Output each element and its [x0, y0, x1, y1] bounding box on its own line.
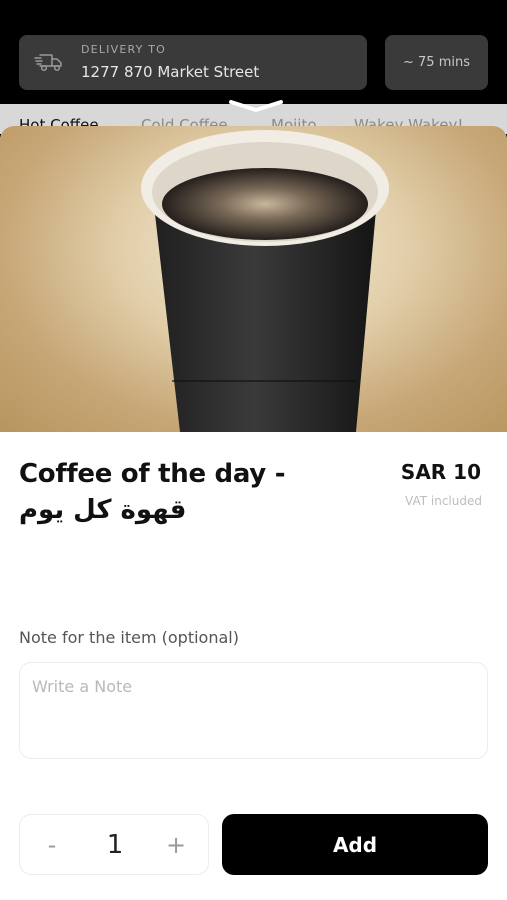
- product-title-english: Coffee of the day -: [19, 459, 286, 489]
- delivery-truck-icon: [33, 50, 63, 74]
- product-title: Coffee of the day - قهوة كل يوم: [19, 456, 299, 528]
- product-image: [0, 126, 507, 432]
- product-price: SAR 10: [400, 460, 481, 484]
- note-input[interactable]: [19, 662, 488, 759]
- decrease-quantity-button[interactable]: -: [22, 815, 82, 874]
- quantity-value: 1: [106, 829, 124, 860]
- product-detail-sheet: Coffee of the day - قهوة كل يوم SAR 10 V…: [0, 126, 507, 900]
- delivery-address: 1277 870 Market Street: [81, 63, 260, 81]
- vat-note: VAT included: [405, 494, 482, 508]
- sheet-collapse-chevron-icon[interactable]: [228, 98, 284, 112]
- top-bar: DELIVERY TO 1277 870 Market Street ~ 75 …: [0, 0, 507, 110]
- note-label: Note for the item (optional): [19, 628, 239, 647]
- delivery-label: DELIVERY TO: [81, 43, 167, 56]
- add-to-cart-button[interactable]: Add: [222, 814, 488, 875]
- delivery-address-selector[interactable]: DELIVERY TO 1277 870 Market Street: [19, 35, 367, 90]
- product-title-arabic: قهوة كل يوم: [19, 495, 187, 525]
- increase-quantity-button[interactable]: +: [146, 815, 206, 874]
- eta-badge: ~ 75 mins: [385, 35, 488, 90]
- eta-text: ~ 75 mins: [403, 55, 470, 70]
- quantity-stepper: - 1 +: [19, 814, 209, 875]
